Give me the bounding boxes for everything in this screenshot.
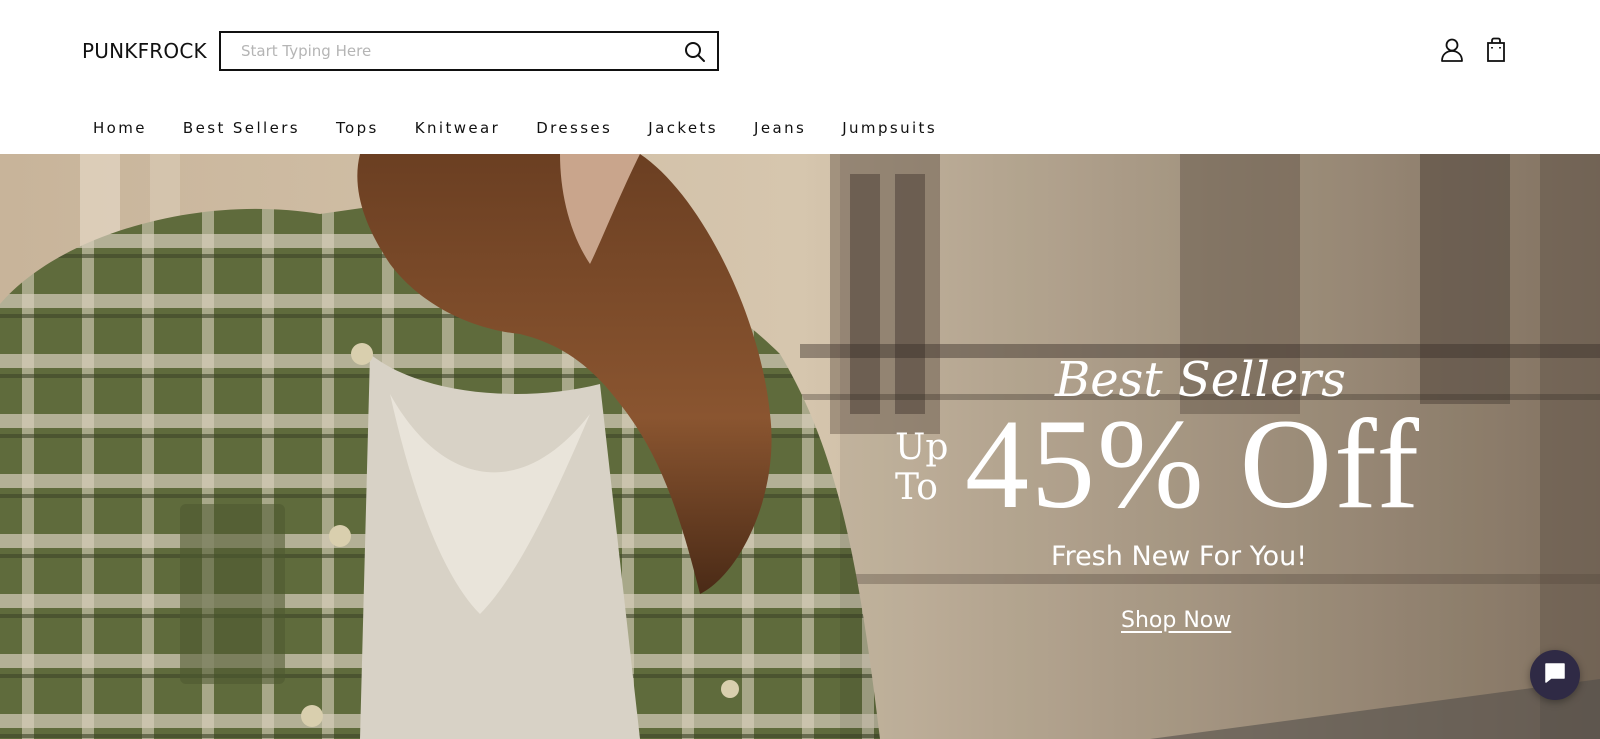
nav-item-dresses[interactable]: Dresses [523,117,612,141]
chat-button[interactable] [1530,650,1580,700]
nav-item-jackets[interactable]: Jackets [635,117,718,141]
hero-discount: 45% Off [965,393,1421,535]
nav-item-home[interactable]: Home [80,117,147,141]
search-bar [219,31,719,71]
brand-logo[interactable]: PUNKFROCK [82,38,207,64]
shopping-bag-icon[interactable] [1483,37,1509,63]
main-nav: Home Best Sellers Tops Knitwear Dresses … [80,117,960,141]
hero-subtitle: Fresh New For You! [1051,541,1308,572]
shop-now-link[interactable]: Shop Now [1121,607,1231,635]
hero-promo: Best Sellers Up To 45% Off Fresh New For… [880,354,1480,654]
nav-item-jumpsuits[interactable]: Jumpsuits [829,117,937,141]
search-input[interactable] [241,33,661,69]
search-icon[interactable] [683,40,707,64]
hero-banner[interactable]: Best Sellers Up To 45% Off Fresh New For… [0,154,1600,739]
hero-upto: Up To [895,428,948,508]
nav-item-best-sellers[interactable]: Best Sellers [170,117,300,141]
nav-item-jeans[interactable]: Jeans [741,117,806,141]
chat-icon [1543,661,1567,690]
hero-upto-line1: Up [895,427,949,468]
user-icon[interactable] [1439,37,1465,63]
nav-item-knitwear[interactable]: Knitwear [402,117,500,141]
nav-item-tops[interactable]: Tops [323,117,379,141]
site-header: PUNKFROCK Home Best Sellers Tops Knitwea… [0,0,1600,154]
hero-upto-line2: To [895,467,938,508]
